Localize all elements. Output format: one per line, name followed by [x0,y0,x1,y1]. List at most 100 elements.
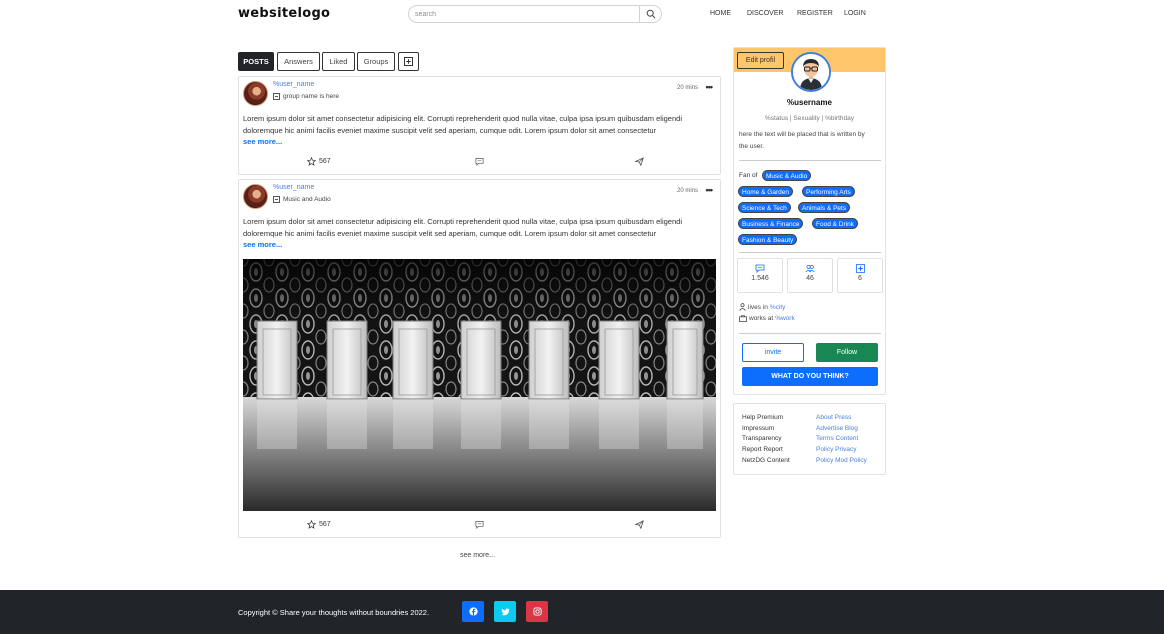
divider [739,160,881,161]
nav-discover[interactable]: DISCOVER [747,10,784,17]
profile-card: Edit profil %username %status | Sexualit… [733,47,886,395]
star-icon [307,520,316,529]
avatar[interactable] [243,81,268,106]
footer-link[interactable]: Terms Content [816,434,867,445]
tab-posts[interactable]: POSTS [238,52,274,71]
post-group-name: group name is here [283,93,340,100]
see-more-link[interactable]: see more... [243,240,282,249]
more-icon[interactable]: ••• [706,82,714,92]
work-link[interactable]: %work [775,315,795,322]
nav-home[interactable]: HOME [710,10,731,17]
divider [739,333,881,334]
group-icon [273,196,280,203]
post-username[interactable]: %user_name [273,81,314,88]
stat-value: 46 [806,275,814,282]
links-right-column: About Press Advertise Blog Terms Content… [816,413,867,467]
profile-bio: here the text will be placed that is wri… [739,131,865,150]
like-count: 567 [319,521,331,528]
interest-chip[interactable]: Business & Finance [738,218,804,229]
lives-in-label: lives in [748,303,768,311]
footer-link[interactable]: NetzDG Content [742,456,790,467]
footer-link[interactable]: About Press [816,413,867,424]
footer-links-card: Help Premium Impressum Transparency Repo… [733,403,886,475]
search-icon [646,9,655,19]
footer-link[interactable]: Transparency [742,434,790,445]
invite-button[interactable]: invite [742,343,804,362]
post-group[interactable]: group name is here [273,93,339,100]
add-square-icon [404,57,413,66]
tab-answers[interactable]: Answers [277,52,320,71]
send-icon [635,520,644,529]
footer-link[interactable]: Policy Privacy [816,445,867,456]
share-button[interactable] [635,157,644,166]
post-text: Lorem ipsum dolor sit amet consectetur a… [243,114,682,135]
what-do-you-think-button[interactable]: WHAT DO YOU THINK? [742,367,878,386]
group-icon [273,93,280,100]
like-button[interactable]: 567 [307,157,331,166]
interest-chip[interactable]: Performing Arts [802,186,855,197]
works-at-label: works at [749,315,774,322]
facebook-icon [468,607,478,616]
footer-link[interactable]: Impressum [742,424,790,435]
nav-login[interactable]: LOGIN [844,10,866,17]
like-count: 567 [319,158,331,165]
stat-followers[interactable]: 46 [787,258,833,293]
tab-groups[interactable]: Groups [357,52,395,71]
links-left-column: Help Premium Impressum Transparency Repo… [742,413,790,467]
profile-username: %username [787,98,832,107]
stat-value: 1.546 [751,275,769,282]
like-button[interactable]: 567 [307,520,331,529]
edit-profile-button[interactable]: Edit profil [737,52,784,69]
footer-link[interactable]: Help Premium [742,413,790,424]
interest-chip[interactable]: Animals & Pets [798,202,851,213]
twitter-button[interactable] [494,601,516,622]
people-icon [805,265,815,273]
instagram-icon [532,607,542,616]
chat-icon [755,264,765,273]
footer-link[interactable]: Policy Mod Policy [816,456,867,467]
see-more-link[interactable]: see more... [243,137,282,146]
search-button[interactable] [639,5,661,23]
twitter-icon [500,607,510,615]
comment-icon [475,157,484,166]
comment-button[interactable] [475,157,484,166]
interest-chip[interactable]: Food & Drink [812,218,858,229]
interest-chip[interactable]: Home & Garden [738,186,793,197]
instagram-button[interactable] [526,601,548,622]
facebook-button[interactable] [462,601,484,622]
footer-link[interactable]: Report Report [742,445,790,456]
city-link[interactable]: %city [770,304,786,311]
stat-groups[interactable]: 6 [837,258,883,293]
copyright-text: Copyright © Share your thoughts without … [238,608,430,617]
site-logo[interactable]: websitelogo [238,6,330,21]
briefcase-icon [739,315,747,322]
post-group[interactable]: Music and Audio [273,196,331,203]
feed-see-more[interactable]: see more... [460,552,495,559]
footer-link[interactable]: Advertise Blog [816,424,867,435]
more-icon[interactable]: ••• [706,185,714,195]
post-username[interactable]: %user_name [273,184,314,191]
lives-in: lives in %city [739,303,785,311]
comment-button[interactable] [475,520,484,529]
tab-liked[interactable]: Liked [322,52,355,71]
works-at: works at %work [739,315,795,322]
post-time: 20 mins [676,85,698,91]
profile-avatar[interactable] [791,52,831,92]
stat-answers[interactable]: 1.546 [737,258,783,293]
post-actions: 567 [239,157,720,169]
avatar[interactable] [243,184,268,209]
person-icon [739,303,746,311]
tab-add[interactable] [398,52,419,71]
follow-button[interactable]: Follow [816,343,878,362]
divider [739,252,881,253]
search-input[interactable] [415,8,635,20]
interest-chip[interactable]: Science & Tech [738,202,791,213]
share-button[interactable] [635,520,644,529]
nav-register[interactable]: REGISTER [797,10,833,17]
post-image[interactable] [243,259,716,511]
fan-of-label: Fan of [739,172,758,179]
post-text: Lorem ipsum dolor sit amet consectetur a… [243,217,682,238]
interest-chip[interactable]: Music & Audio [762,170,812,181]
interest-chip[interactable]: Fashion & Beauty [738,234,798,245]
send-icon [635,157,644,166]
